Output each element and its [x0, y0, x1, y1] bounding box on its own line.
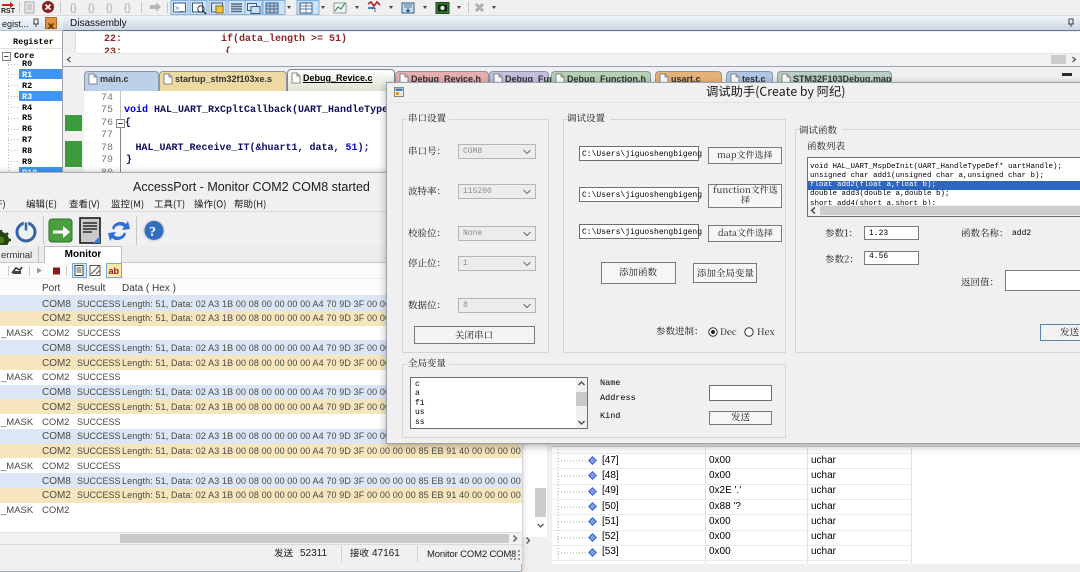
- svg-text:{}: {}: [124, 3, 131, 14]
- svg-text:RST: RST: [1, 8, 16, 15]
- svg-text:{}: {}: [106, 3, 113, 14]
- svg-text:{}: {}: [70, 3, 77, 14]
- svg-text:?: ?: [149, 225, 156, 240]
- svg-text:ab: ab: [109, 266, 120, 276]
- svg-text:{}: {}: [88, 3, 95, 14]
- svg-text:>_: >_: [175, 6, 184, 14]
